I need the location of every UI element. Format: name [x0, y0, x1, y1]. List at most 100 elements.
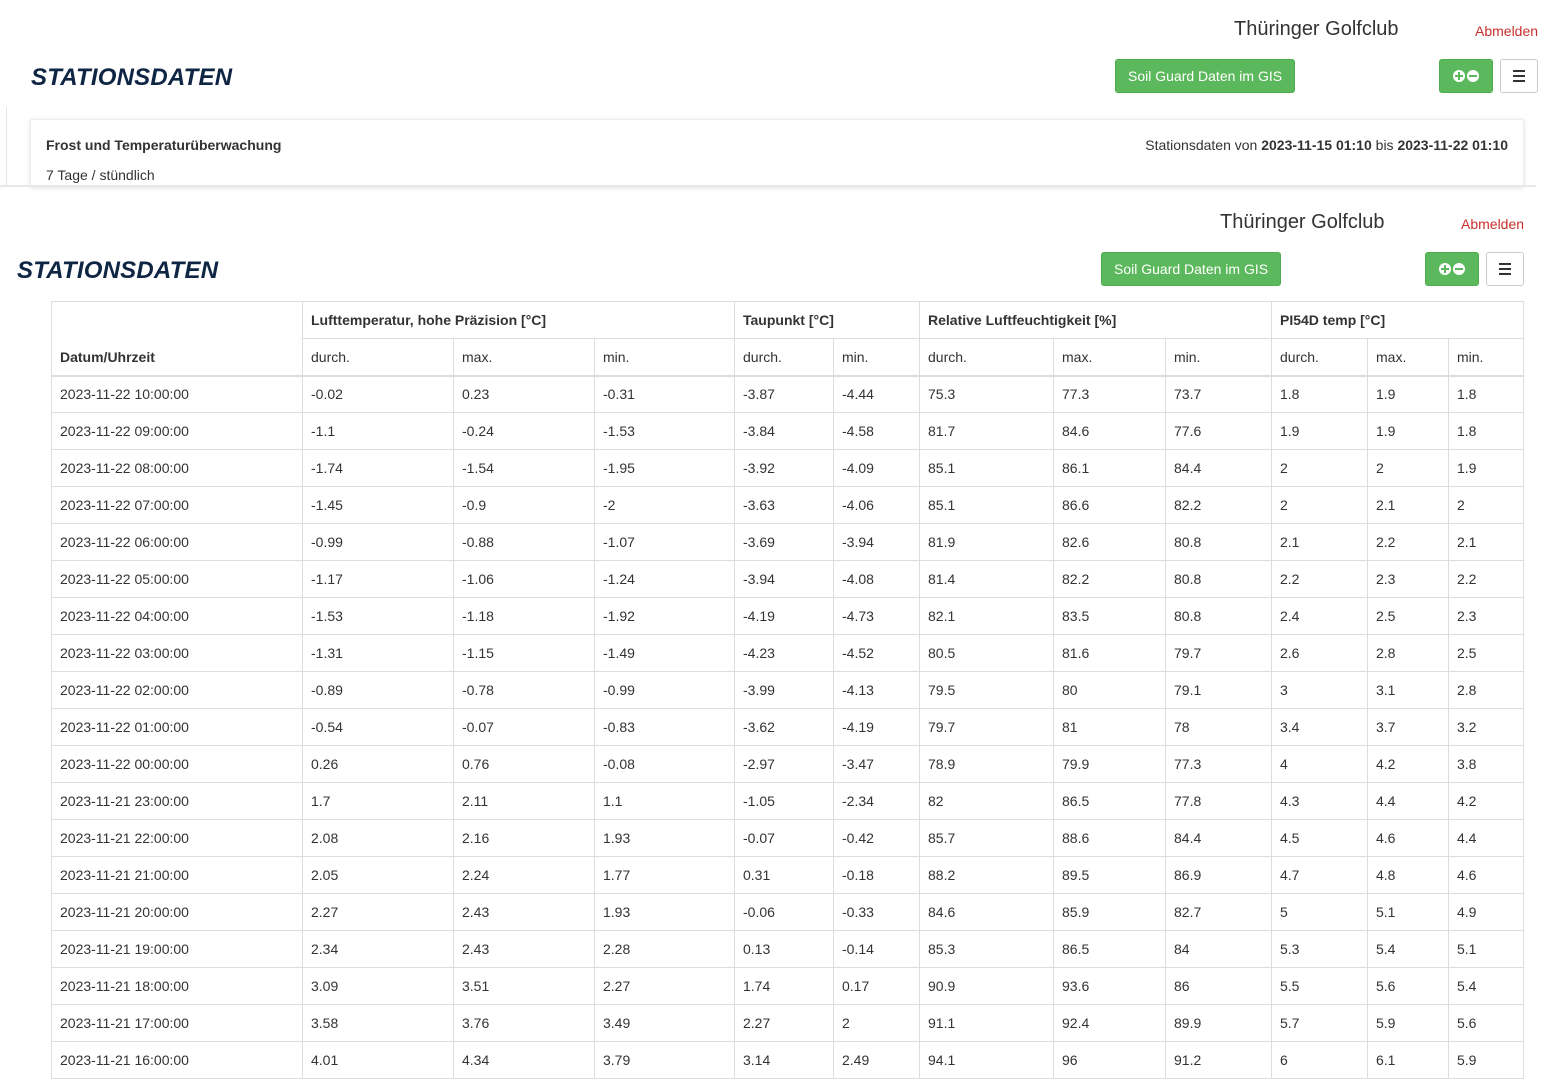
cell-air-avg: 3.58 [302, 1004, 454, 1042]
cell-dew-avg: -1.05 [734, 782, 834, 820]
gis-button[interactable]: Soil Guard Daten im GIS [1115, 59, 1296, 93]
cell-hum-max: 96 [1053, 1041, 1166, 1079]
top-view: Thüringer Golfclub Abmelden STATIONSDATE… [0, 0, 1548, 187]
group-header-pi54d-temp: PI54D temp [°C] [1271, 301, 1524, 339]
table-row: 2023-11-21 20:00:00 2.27 2.43 1.93 -0.06 -0.3… [51, 893, 1524, 931]
cell-datetime: 2023-11-22 10:00:00 [51, 375, 303, 413]
range-from: 2023-11-15 01:10 [1261, 137, 1372, 153]
col-header-air-min[interactable]: min. [594, 338, 735, 377]
minus-circle-icon [1467, 70, 1479, 82]
cell-air-min: -1.07 [594, 523, 735, 561]
cell-pi54d-max: 2.8 [1367, 634, 1449, 672]
cell-hum-avg: 81.4 [919, 560, 1054, 598]
club-name: Thüringer Golfclub [1220, 211, 1385, 233]
col-header-air-avg[interactable]: durch. [302, 338, 454, 377]
cell-air-min: -1.92 [594, 597, 735, 635]
cell-air-avg: 2.08 [302, 819, 454, 857]
logout-link[interactable]: Abmelden [1475, 23, 1538, 39]
cell-air-max: 0.23 [453, 375, 595, 413]
cell-air-max: 2.24 [453, 856, 595, 894]
cell-dew-min: -4.19 [833, 708, 920, 746]
cell-hum-min: 86.9 [1165, 856, 1272, 894]
cell-air-avg: -1.74 [302, 449, 454, 487]
page-title: STATIONSDATEN [17, 257, 219, 284]
table-row: 2023-11-22 07:00:00 -1.45 -0.9 -2 -3.63 -4.06… [51, 486, 1524, 524]
col-header-hum-avg[interactable]: durch. [919, 338, 1054, 377]
cell-datetime: 2023-11-21 19:00:00 [51, 930, 303, 968]
zoom-toggle-button[interactable] [1425, 252, 1479, 286]
cell-hum-min: 79.1 [1165, 671, 1272, 709]
station-info-panel: Frost und Temperaturüberwachung Stations… [30, 119, 1524, 187]
cell-hum-max: 81 [1053, 708, 1166, 746]
cell-pi54d-min: 5.6 [1448, 1004, 1524, 1042]
cell-hum-avg: 84.6 [919, 893, 1054, 931]
cell-hum-max: 86.5 [1053, 930, 1166, 968]
cell-pi54d-max: 1.9 [1367, 412, 1449, 450]
cell-hum-max: 79.9 [1053, 745, 1166, 783]
cell-pi54d-avg: 4.5 [1271, 819, 1368, 857]
bottom-view: Thüringer Golfclub Abmelden STATIONSDATE… [0, 192, 1548, 1079]
cell-pi54d-avg: 4 [1271, 745, 1368, 783]
cell-air-max: 2.16 [453, 819, 595, 857]
cell-dew-min: -0.33 [833, 893, 920, 931]
group-header-air-temp: Lufttemperatur, hohe Präzision [°C] [302, 301, 735, 339]
table-row: 2023-11-21 21:00:00 2.05 2.24 1.77 0.31 -0.18… [51, 856, 1524, 894]
col-header-pi54d-avg[interactable]: durch. [1271, 338, 1368, 377]
table-row: 2023-11-22 01:00:00 -0.54 -0.07 -0.83 -3.62-… [51, 708, 1524, 746]
zoom-toggle-button[interactable] [1439, 59, 1493, 93]
cell-datetime: 2023-11-22 09:00:00 [51, 412, 303, 450]
col-header-pi54d-max[interactable]: max. [1367, 338, 1449, 377]
cell-dew-avg: 3.14 [734, 1041, 834, 1079]
cell-dew-avg: -3.94 [734, 560, 834, 598]
cell-dew-min: -3.47 [833, 745, 920, 783]
cell-hum-max: 80 [1053, 671, 1166, 709]
cell-air-max: -1.06 [453, 560, 595, 598]
cell-pi54d-avg: 5.5 [1271, 967, 1368, 1005]
col-header-dew-min[interactable]: min. [833, 338, 920, 377]
cell-hum-min: 73.7 [1165, 375, 1272, 413]
table-row: 2023-11-22 03:00:00 -1.31 -1.15 -1.49 -4.23-… [51, 634, 1524, 672]
col-header-pi54d-min[interactable]: min. [1448, 338, 1524, 377]
cell-air-max: 0.76 [453, 745, 595, 783]
minus-circle-icon [1453, 263, 1465, 275]
gis-button[interactable]: Soil Guard Daten im GIS [1101, 252, 1282, 286]
col-header-datetime[interactable]: Datum/Uhrzeit [51, 301, 303, 377]
menu-button[interactable] [1500, 59, 1538, 93]
cell-dew-avg: -3.63 [734, 486, 834, 524]
panel-subtitle: 7 Tage / stündlich [46, 167, 155, 183]
cell-pi54d-avg: 2.1 [1271, 523, 1368, 561]
cell-hum-max: 93.6 [1053, 967, 1166, 1005]
cell-dew-avg: -2.97 [734, 745, 834, 783]
cell-dew-min: -0.14 [833, 930, 920, 968]
col-header-dew-avg[interactable]: durch. [734, 338, 834, 377]
cell-hum-max: 84.6 [1053, 412, 1166, 450]
cell-pi54d-max: 5.4 [1367, 930, 1449, 968]
cell-pi54d-avg: 2 [1271, 449, 1368, 487]
cell-pi54d-avg: 4.7 [1271, 856, 1368, 894]
cell-dew-min: 2.49 [833, 1041, 920, 1079]
menu-button[interactable] [1486, 252, 1524, 286]
cell-dew-avg: 0.31 [734, 856, 834, 894]
col-header-air-max[interactable]: max. [453, 338, 595, 377]
cell-pi54d-avg: 5.7 [1271, 1004, 1368, 1042]
cell-hum-avg: 82 [919, 782, 1054, 820]
cell-air-max: 3.51 [453, 967, 595, 1005]
cell-dew-avg: 0.13 [734, 930, 834, 968]
cell-pi54d-max: 4.8 [1367, 856, 1449, 894]
cell-hum-min: 84 [1165, 930, 1272, 968]
cell-pi54d-avg: 6 [1271, 1041, 1368, 1079]
table-row: 2023-11-22 00:00:00 0.26 0.76 -0.08 -2.97 -3.… [51, 745, 1524, 783]
logout-link[interactable]: Abmelden [1461, 216, 1524, 232]
col-header-hum-max[interactable]: max. [1053, 338, 1166, 377]
cell-pi54d-max: 6.1 [1367, 1041, 1449, 1079]
cell-hum-min: 89.9 [1165, 1004, 1272, 1042]
cell-air-max: -0.07 [453, 708, 595, 746]
group-header-row: Datum/Uhrzeit Lufttemperatur, hohe Präzi… [51, 301, 1524, 377]
cell-dew-avg: -3.62 [734, 708, 834, 746]
cell-pi54d-avg: 1.8 [1271, 375, 1368, 413]
group-header-dew-point: Taupunkt [°C] [734, 301, 920, 339]
col-header-hum-min[interactable]: min. [1165, 338, 1272, 377]
cell-air-min: 1.93 [594, 819, 735, 857]
cell-air-avg: -1.45 [302, 486, 454, 524]
cell-datetime: 2023-11-22 08:00:00 [51, 449, 303, 487]
